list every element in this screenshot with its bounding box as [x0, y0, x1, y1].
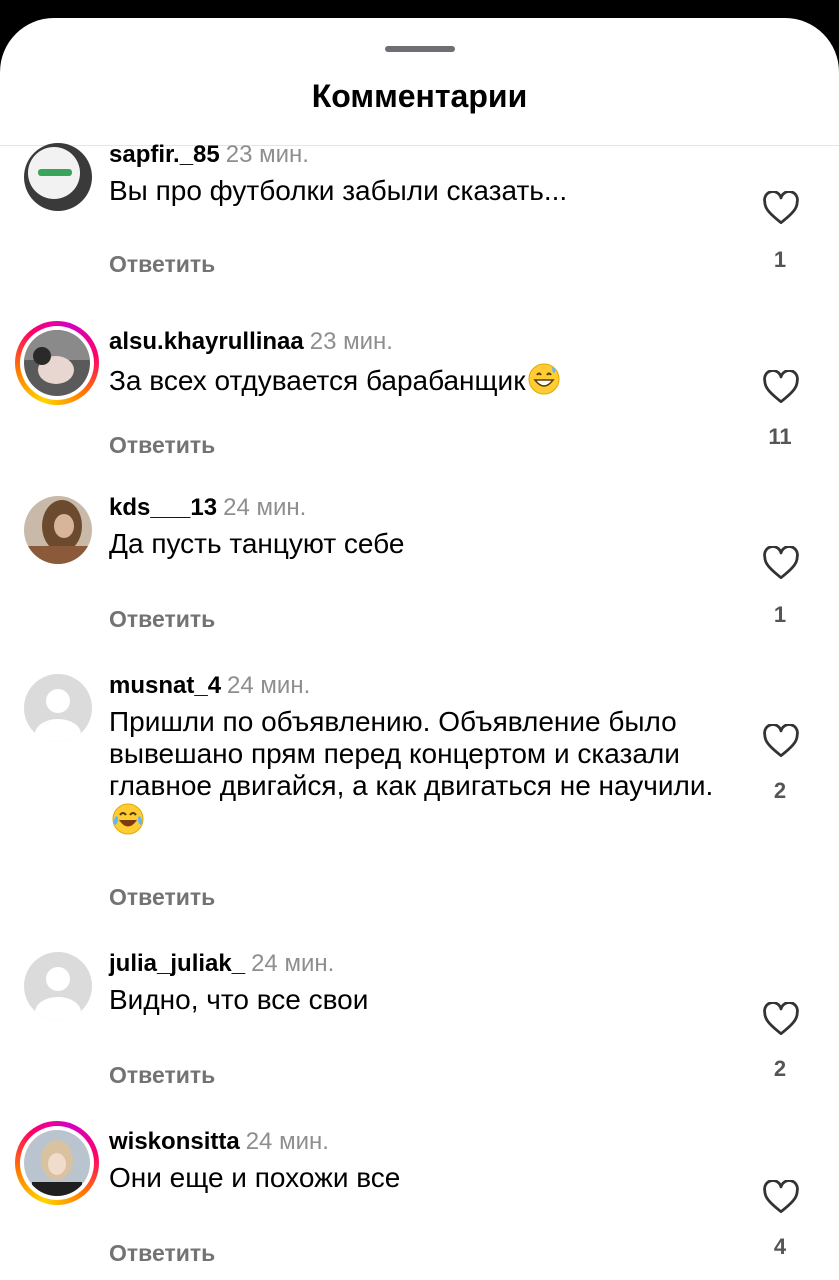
reply-button[interactable]: Ответить	[109, 606, 215, 633]
comment-text: Вы про футболки забыли сказать...	[109, 175, 729, 207]
username[interactable]: wiskonsitta	[109, 1128, 240, 1155]
avatar-story-ring[interactable]	[15, 1121, 99, 1205]
timestamp: 24 мин.	[227, 672, 311, 699]
like-count: 1	[773, 247, 787, 272]
comment-text-content: Они еще и похожи все	[109, 1162, 401, 1193]
username[interactable]: kds___13	[109, 494, 217, 521]
comment-text: Они еще и похожи все	[109, 1162, 729, 1194]
comment-meta: julia_juliak_ 24 мин.	[109, 950, 334, 978]
avatar[interactable]	[24, 496, 92, 564]
comment-text-content: Пришли по объявлению. Объявление было вы…	[109, 706, 714, 801]
timestamp: 23 мин.	[309, 328, 393, 355]
heart-icon[interactable]	[762, 546, 800, 580]
comment-text: За всех отдувается барабанщик	[109, 362, 729, 397]
avatar	[20, 1126, 94, 1200]
timestamp: 24 мин.	[251, 950, 335, 977]
sheet-title: Комментарии	[311, 78, 528, 114]
avatar[interactable]	[24, 952, 92, 1020]
timestamp: 23 мин.	[225, 141, 309, 168]
photo-avatar-icon	[24, 496, 92, 564]
username[interactable]: julia_juliak_	[109, 950, 245, 977]
default-avatar-icon	[24, 952, 92, 1020]
grinning-sweat-emoji-icon	[528, 363, 560, 395]
like-count: 1	[773, 602, 787, 627]
default-avatar-icon	[24, 674, 92, 742]
avatar	[20, 326, 94, 400]
comment-text-content: Да пусть танцуют себе	[109, 528, 405, 559]
heart-icon[interactable]	[762, 1180, 800, 1214]
like-count: 2	[773, 1056, 787, 1081]
drag-handle[interactable]	[385, 46, 455, 52]
comment-text-content: Видно, что все свои	[109, 984, 369, 1015]
comment-text-content: За всех отдувается барабанщик	[109, 365, 526, 396]
reply-button[interactable]: Ответить	[109, 884, 215, 911]
username[interactable]: alsu.khayrullinaa	[109, 328, 304, 355]
heart-icon[interactable]	[762, 724, 800, 758]
comment-text-content: Вы про футболки забыли сказать...	[109, 175, 568, 206]
heart-icon[interactable]	[762, 191, 800, 225]
photo-avatar-icon	[24, 1130, 90, 1196]
username[interactable]: musnat_4	[109, 672, 221, 699]
timestamp: 24 мин.	[245, 1128, 329, 1155]
reply-button[interactable]: Ответить	[109, 1062, 215, 1089]
logo-avatar-icon	[24, 143, 92, 211]
comment-meta: sapfir._85 23 мин.	[109, 141, 309, 169]
reply-button[interactable]: Ответить	[109, 432, 215, 459]
avatar[interactable]	[24, 674, 92, 742]
comment-text: Да пусть танцуют себе	[109, 528, 729, 560]
heart-icon[interactable]	[762, 1002, 800, 1036]
timestamp: 24 мин.	[223, 494, 307, 521]
avatar-story-ring[interactable]	[15, 321, 99, 405]
comment-meta: wiskonsitta 24 мин.	[109, 1128, 329, 1156]
comments-sheet: Комментарии sapfir._85 23 мин. Вы про фут…	[0, 18, 839, 1280]
photo-avatar-icon	[24, 330, 90, 396]
like-count: 2	[773, 778, 787, 803]
reply-button[interactable]: Ответить	[109, 251, 215, 278]
comment-meta: alsu.khayrullinaa 23 мин.	[109, 328, 393, 356]
comment-meta: musnat_4 24 мин.	[109, 672, 310, 700]
reply-button[interactable]: Ответить	[109, 1240, 215, 1267]
tears-of-joy-emoji-icon	[112, 803, 144, 835]
comment-text: Видно, что все свои	[109, 984, 729, 1016]
comment-text: Пришли по объявлению. Объявление было вы…	[109, 706, 729, 837]
like-count: 4	[773, 1234, 787, 1259]
comment-meta: kds___13 24 мин.	[109, 494, 306, 522]
heart-icon[interactable]	[762, 370, 800, 404]
username[interactable]: sapfir._85	[109, 141, 220, 168]
avatar[interactable]	[24, 143, 92, 211]
like-count: 11	[768, 424, 792, 449]
